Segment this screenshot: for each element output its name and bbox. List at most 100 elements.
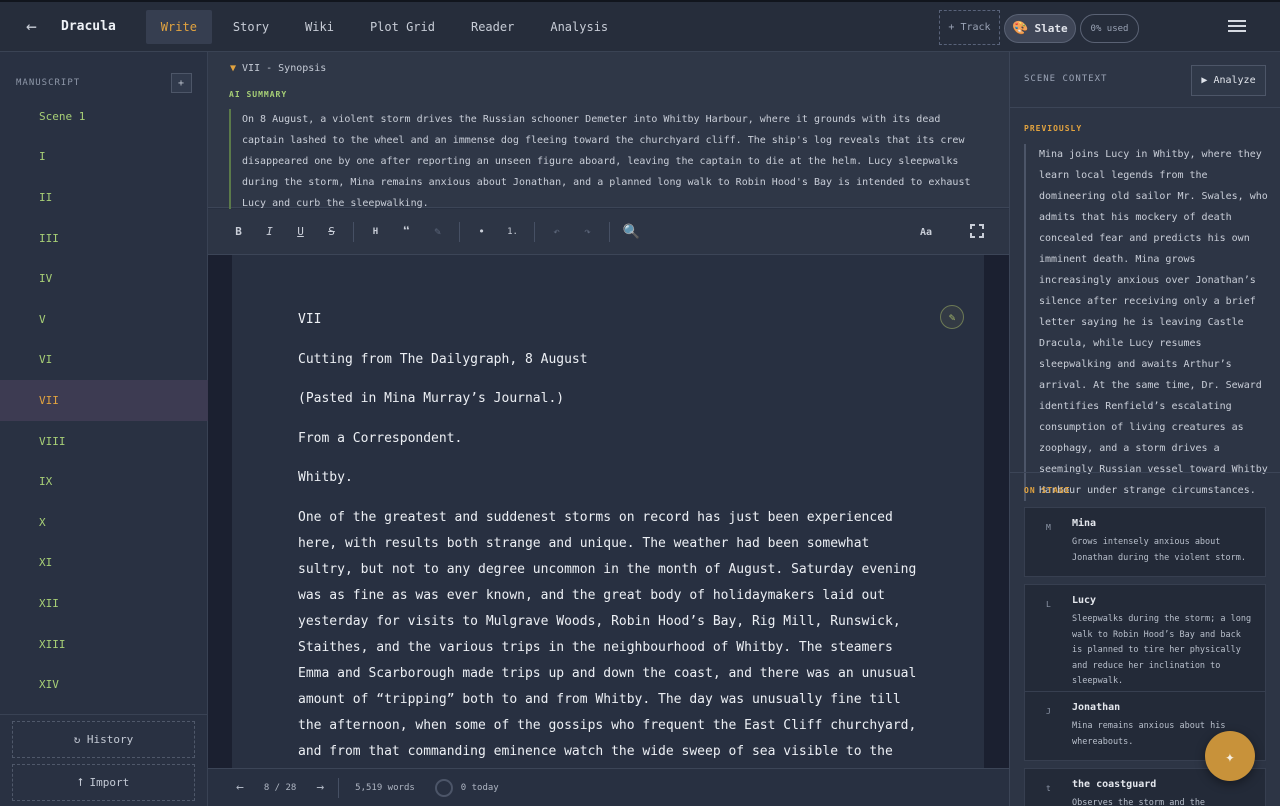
usage-badge: 0% used: [1080, 14, 1139, 43]
history-button[interactable]: ↻ History: [12, 721, 195, 758]
track-button[interactable]: + Track: [939, 10, 1000, 45]
scene-list: Scene 1 I II III IV V VI VII VIII IX X XI XII XIII XIV: [0, 96, 208, 705]
toolbar-divider: [534, 221, 535, 242]
bullet-list-button[interactable]: •: [466, 217, 497, 247]
sidebar-item-scene[interactable]: VII: [0, 380, 208, 421]
status-divider: [338, 777, 340, 798]
sidebar-item-scene[interactable]: X: [0, 502, 208, 543]
character-card[interactable]: L Lucy Sleepwalks during the storm; a long…: [1024, 584, 1266, 701]
sidebar-item-scene[interactable]: VIII: [0, 421, 208, 462]
toolbar-divider: [353, 221, 354, 242]
character-initial: M: [1046, 523, 1051, 532]
editor-area: ▼ VII - Synopsis AI SUMMARY On 8 August, …: [208, 52, 1009, 806]
heading-button[interactable]: H: [360, 217, 391, 247]
sparkle-assistant-icon[interactable]: ✦: [1205, 731, 1255, 781]
strikethrough-button[interactable]: S: [316, 217, 347, 247]
manuscript-header: MANUSCRIPT +: [16, 72, 192, 94]
character-initial: L: [1046, 600, 1051, 609]
redo-button[interactable]: ↷: [572, 217, 603, 247]
character-initial: t: [1046, 784, 1051, 793]
tab-plot-grid[interactable]: Plot Grid: [355, 10, 450, 44]
synopsis-title: VII - Synopsis: [242, 63, 327, 74]
numbered-list-button[interactable]: 1.: [497, 217, 528, 247]
sidebar-item-scene[interactable]: III: [0, 218, 208, 259]
search-icon[interactable]: 🔍: [616, 217, 647, 247]
status-bar: ← 8 / 28 → 5,519 words 0 today: [208, 768, 1009, 806]
sidebar-item-scene[interactable]: Scene 1: [0, 96, 208, 137]
italic-button[interactable]: I: [254, 217, 285, 247]
character-description: Grows intensely anxious about Jonathan d…: [1072, 537, 1246, 563]
import-button[interactable]: ⭡ Import: [12, 764, 195, 801]
hamburger-menu-icon[interactable]: [1228, 20, 1246, 34]
sidebar-item-scene[interactable]: IV: [0, 258, 208, 299]
daily-goal-ring-icon: [434, 778, 453, 797]
character-description: Observes the storm and the schooner’s: [1072, 798, 1206, 806]
character-name: Mina: [1072, 518, 1097, 529]
prev-page-icon[interactable]: ←: [236, 780, 244, 795]
manuscript-paragraph[interactable]: Cutting from The Dailygraph, 8 August: [298, 347, 918, 373]
sidebar-item-scene[interactable]: XIII: [0, 624, 208, 665]
scene-context-panel: SCENE CONTEXT ▶ Analyze PREVIOUSLY Mina …: [1009, 52, 1280, 806]
sidebar-item-scene[interactable]: VI: [0, 340, 208, 381]
sidebar-actions: ↻ History ⭡ Import: [0, 714, 208, 806]
previously-text: Mina joins Lucy in Whitby, where they le…: [1024, 144, 1268, 501]
clear-format-button[interactable]: ✎: [422, 217, 453, 247]
quote-button[interactable]: ❝: [391, 217, 422, 247]
add-scene-button[interactable]: +: [171, 73, 192, 93]
fullscreen-icon[interactable]: [970, 224, 984, 238]
sidebar-item-scene[interactable]: IX: [0, 461, 208, 502]
character-description: Sleepwalks during the storm; a long walk…: [1072, 614, 1252, 686]
page-backdrop: VII Cutting from The Dailygraph, 8 August…: [208, 255, 1009, 768]
divider: [1010, 107, 1280, 108]
manuscript-paragraph[interactable]: One of the greatest and suddenest storms…: [298, 505, 918, 769]
sidebar-item-scene[interactable]: V: [0, 299, 208, 340]
manuscript-paragraph[interactable]: (Pasted in Mina Murray’s Journal.): [298, 386, 918, 412]
bold-button[interactable]: B: [223, 217, 254, 247]
sidebar-item-scene[interactable]: XIV: [0, 664, 208, 705]
manuscript-sidebar: MANUSCRIPT + Scene 1 I II III IV V VI VII VIII IX…: [0, 52, 208, 806]
character-card[interactable]: M Mina Grows intensely anxious about Jonat…: [1024, 507, 1266, 577]
character-name: Jonathan: [1072, 702, 1121, 713]
theme-label: Slate: [1034, 22, 1068, 35]
collapse-triangle-icon: ▼: [230, 63, 237, 74]
divider: [1010, 472, 1280, 473]
tab-write[interactable]: Write: [145, 9, 212, 44]
format-toolbar: B I U S H ❝ ✎ • 1. ↶ ↷ 🔍 Aa: [208, 209, 1009, 255]
manuscript-heading: MANUSCRIPT: [16, 78, 81, 88]
tab-analysis[interactable]: Analysis: [535, 10, 623, 44]
tab-story[interactable]: Story: [218, 10, 284, 44]
top-bar: ← Dracula Write Story Wiki Plot Grid Rea…: [0, 0, 1280, 52]
tab-reader[interactable]: Reader: [456, 10, 529, 44]
font-size-button[interactable]: Aa: [920, 209, 932, 255]
tab-wiki[interactable]: Wiki: [290, 10, 349, 44]
ai-summary-label: AI SUMMARY: [229, 90, 288, 99]
next-page-icon[interactable]: →: [316, 780, 324, 795]
sidebar-item-scene[interactable]: I: [0, 137, 208, 178]
analyze-button[interactable]: ▶ Analyze: [1191, 65, 1266, 96]
sidebar-item-scene[interactable]: II: [0, 177, 208, 218]
on-stage-label: ON STAGE: [1024, 486, 1071, 495]
theme-button[interactable]: 🎨 Slate: [1004, 14, 1076, 43]
toolbar-divider: [609, 221, 610, 242]
manuscript-text[interactable]: VII Cutting from The Dailygraph, 8 August…: [298, 307, 918, 768]
synopsis-panel: ▼ VII - Synopsis AI SUMMARY On 8 August, …: [208, 52, 1009, 214]
character-name: Lucy: [1072, 595, 1097, 606]
manuscript-page[interactable]: VII Cutting from The Dailygraph, 8 August…: [232, 255, 984, 768]
today-count: 0 today: [460, 782, 499, 793]
synopsis-toggle[interactable]: ▼ VII - Synopsis: [230, 63, 326, 74]
pencil-edit-icon[interactable]: ✎: [940, 305, 964, 329]
page-indicator: 8 / 28: [263, 782, 297, 793]
underline-button[interactable]: U: [285, 217, 316, 247]
sidebar-item-scene[interactable]: XI: [0, 543, 208, 584]
toolbar-divider: [459, 221, 460, 242]
manuscript-paragraph[interactable]: Whitby.: [298, 465, 918, 491]
manuscript-paragraph[interactable]: From a Correspondent.: [298, 426, 918, 452]
sidebar-item-scene[interactable]: XII: [0, 583, 208, 624]
app-window: ← Dracula Write Story Wiki Plot Grid Rea…: [0, 0, 1280, 806]
previously-label: PREVIOUSLY: [1024, 124, 1083, 133]
scene-context-heading: SCENE CONTEXT: [1024, 74, 1108, 84]
manuscript-paragraph[interactable]: VII: [298, 307, 918, 333]
project-title: Dracula: [61, 19, 116, 34]
back-arrow-icon[interactable]: ←: [26, 16, 54, 37]
undo-button[interactable]: ↶: [541, 217, 572, 247]
